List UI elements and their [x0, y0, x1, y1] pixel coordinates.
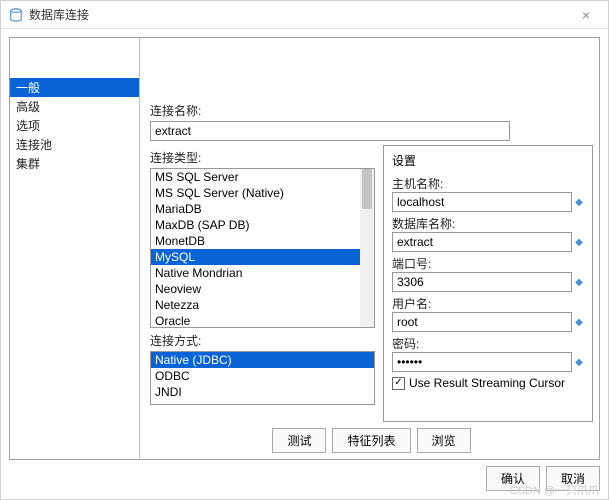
center-panel: 连接名称: 连接类型: MS SQL Server MS SQL Server …: [140, 38, 599, 459]
cursor-checkbox-row[interactable]: ✓ Use Result Streaming Cursor: [392, 376, 584, 390]
sidebar: 一般 高级 选项 连接池 集群: [10, 38, 140, 459]
sidebar-item-advanced[interactable]: 高级: [10, 97, 139, 116]
conn-type-listbox[interactable]: MS SQL Server MS SQL Server (Native) Mar…: [150, 168, 375, 328]
user-label: 用户名:: [392, 295, 584, 312]
features-button[interactable]: 特征列表: [332, 428, 410, 453]
client-area: 一般 高级 选项 连接池 集群 连接名称: 连接类型: MS SQL Serve…: [1, 29, 608, 499]
list-item[interactable]: MS SQL Server (Native): [151, 185, 374, 201]
list-item[interactable]: MariaDB: [151, 201, 374, 217]
host-input[interactable]: [392, 192, 572, 212]
list-item[interactable]: Netezza: [151, 297, 374, 313]
sidebar-item-cluster[interactable]: 集群: [10, 154, 139, 173]
var-icon[interactable]: ◆: [574, 277, 584, 288]
sidebar-item-pool[interactable]: 连接池: [10, 135, 139, 154]
scrollbar-thumb[interactable]: [362, 169, 372, 209]
port-label: 端口号:: [392, 255, 584, 272]
right-column: 设置 主机名称: ◆ 数据库名称:: [383, 145, 593, 422]
middle-button-row: 测试 特征列表 浏览: [150, 422, 593, 453]
conn-method-label: 连接方式:: [150, 332, 375, 349]
user-input[interactable]: [392, 312, 572, 332]
pass-label: 密码:: [392, 335, 584, 352]
list-item[interactable]: Native (JDBC): [151, 352, 374, 368]
var-icon[interactable]: ◆: [574, 197, 584, 208]
dbname-input[interactable]: [392, 232, 572, 252]
test-button[interactable]: 测试: [272, 428, 326, 453]
settings-panel: 设置 主机名称: ◆ 数据库名称:: [383, 145, 593, 422]
list-item[interactable]: MonetDB: [151, 233, 374, 249]
sidebar-item-general[interactable]: 一般: [10, 78, 139, 97]
dbname-label: 数据库名称:: [392, 215, 584, 232]
conn-method-listbox[interactable]: Native (JDBC) ODBC JNDI: [150, 351, 375, 405]
settings-title: 设置: [392, 152, 584, 169]
list-item[interactable]: MySQL: [151, 249, 374, 265]
list-item[interactable]: Neoview: [151, 281, 374, 297]
conn-name-label: 连接名称:: [150, 102, 593, 119]
var-icon[interactable]: ◆: [574, 357, 584, 368]
var-icon[interactable]: ◆: [574, 237, 584, 248]
db-icon: [9, 8, 23, 22]
pass-input[interactable]: [392, 352, 572, 372]
list-item[interactable]: MaxDB (SAP DB): [151, 217, 374, 233]
host-label: 主机名称:: [392, 175, 584, 192]
left-column: 连接类型: MS SQL Server MS SQL Server (Nativ…: [150, 145, 375, 422]
list-item[interactable]: JNDI: [151, 384, 374, 400]
main-area: 一般 高级 选项 连接池 集群 连接名称: 连接类型: MS SQL Serve…: [9, 37, 600, 460]
var-icon[interactable]: ◆: [574, 317, 584, 328]
checkbox-icon[interactable]: ✓: [392, 377, 405, 390]
conn-type-label: 连接类型:: [150, 149, 375, 166]
port-input[interactable]: [392, 272, 572, 292]
list-item[interactable]: Native Mondrian: [151, 265, 374, 281]
titlebar-title: 数据库连接: [29, 6, 572, 23]
scrollbar[interactable]: [360, 169, 374, 327]
conn-name-input[interactable]: [150, 121, 510, 141]
list-item[interactable]: ODBC: [151, 368, 374, 384]
browse-button[interactable]: 浏览: [417, 428, 471, 453]
titlebar: 数据库连接 ×: [1, 1, 608, 29]
dialog-window: 数据库连接 × 一般 高级 选项 连接池 集群 连接名称: 连接类型: MS S…: [0, 0, 609, 500]
watermark: CSDN @一只爪爪: [510, 482, 599, 498]
list-item[interactable]: Oracle: [151, 313, 374, 328]
list-item[interactable]: MS SQL Server: [151, 169, 374, 185]
sidebar-item-options[interactable]: 选项: [10, 116, 139, 135]
close-icon[interactable]: ×: [572, 7, 600, 23]
cursor-label: Use Result Streaming Cursor: [409, 376, 565, 390]
